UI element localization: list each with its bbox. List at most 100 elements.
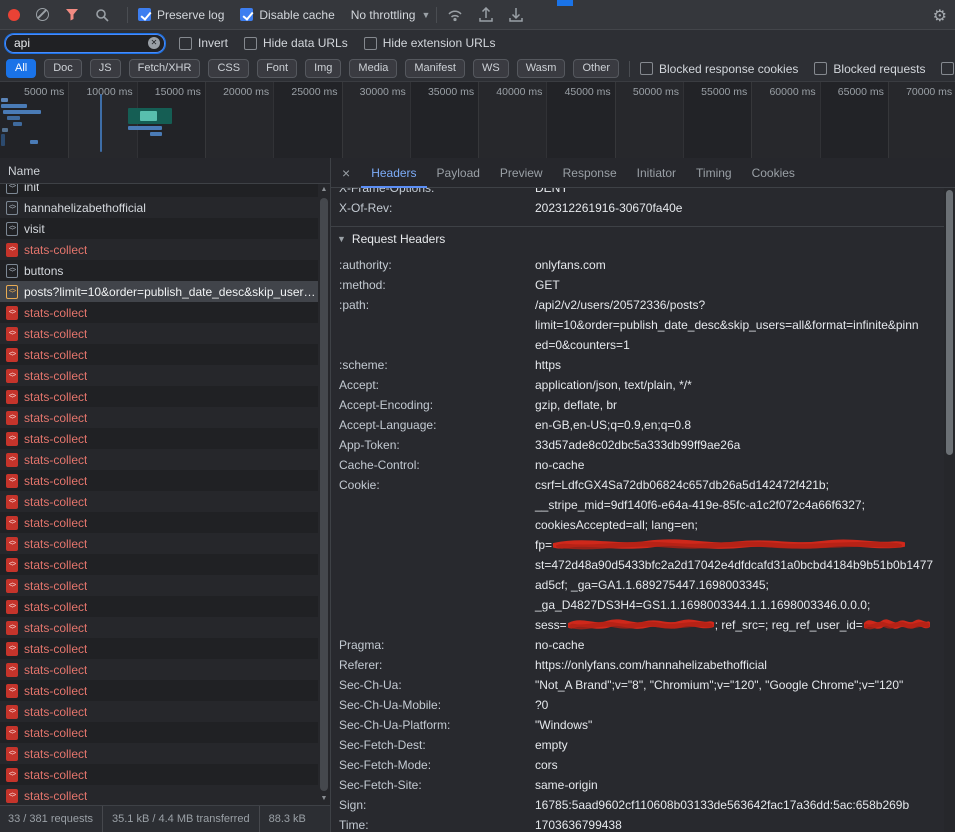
header-row: Sec-Fetch-Site:same-origin <box>331 775 944 795</box>
request-row[interactable]: <>stats-collect <box>0 323 318 344</box>
request-row[interactable]: <>stats-collect <box>0 596 318 617</box>
header-value: gzip, deflate, br <box>535 395 944 415</box>
request-name: stats-collect <box>24 390 87 404</box>
request-row[interactable]: <>stats-collect <box>0 680 318 701</box>
tab-response[interactable]: Response <box>553 158 627 188</box>
filter-input[interactable] <box>5 34 165 53</box>
filter-chip-media[interactable]: Media <box>349 59 397 78</box>
scroll-up-icon[interactable]: ▲ <box>318 184 330 196</box>
request-row[interactable]: <>stats-collect <box>0 428 318 449</box>
tab-initiator[interactable]: Initiator <box>627 158 686 188</box>
record-button[interactable] <box>8 9 20 21</box>
tab-cookies[interactable]: Cookies <box>742 158 805 188</box>
detail-vertical-scrollbar[interactable] <box>944 188 955 832</box>
header-row: Accept-Language:en-GB,en-US;q=0.9,en;q=0… <box>331 415 944 435</box>
hide-data-urls-checkbox[interactable] <box>244 37 257 50</box>
request-row[interactable]: <>stats-collect <box>0 722 318 743</box>
export-har-button[interactable] <box>509 7 523 22</box>
filter-chip-img[interactable]: Img <box>305 59 341 78</box>
request-row[interactable]: <>stats-collect <box>0 512 318 533</box>
response-headers-rows: X-Frame-Options:DENYX-Of-Rev:20231226191… <box>331 188 944 218</box>
request-row[interactable]: <>stats-collect <box>0 785 318 805</box>
header-row: Pragma:no-cache <box>331 635 944 655</box>
request-row[interactable]: <>stats-collect <box>0 617 318 638</box>
request-row[interactable]: <>stats-collect <box>0 554 318 575</box>
filter-chip-font[interactable]: Font <box>257 59 297 78</box>
request-row[interactable]: <>hannahelizabethofficial <box>0 197 318 218</box>
disable-cache-option: Disable cache <box>240 8 334 22</box>
import-har-button[interactable] <box>479 7 493 22</box>
preserve-log-checkbox[interactable] <box>138 8 151 21</box>
request-row[interactable]: <>stats-collect <box>0 239 318 260</box>
request-row[interactable]: <>stats-collect <box>0 302 318 323</box>
request-row[interactable]: <>visit <box>0 218 318 239</box>
request-row[interactable]: <>stats-collect <box>0 533 318 554</box>
request-row[interactable]: <>stats-collect <box>0 659 318 680</box>
clear-button[interactable] <box>36 8 49 21</box>
settings-gear-icon[interactable]: ⚙ <box>933 6 947 26</box>
blocked-request-icon: <> <box>6 537 18 551</box>
header-name: Accept-Language: <box>339 415 535 435</box>
timeline-gridline <box>410 82 411 158</box>
header-value: ?0 <box>535 695 944 715</box>
tab-payload[interactable]: Payload <box>427 158 490 188</box>
request-row[interactable]: <>stats-collect <box>0 470 318 491</box>
invert-checkbox[interactable] <box>179 37 192 50</box>
filter-toggle-button[interactable] <box>65 8 79 21</box>
request-row[interactable]: <>stats-collect <box>0 344 318 365</box>
filter-chip-all[interactable]: All <box>6 59 36 78</box>
tab-preview[interactable]: Preview <box>490 158 553 188</box>
name-column-header[interactable]: Name <box>0 158 330 184</box>
request-row[interactable]: <>stats-collect <box>0 407 318 428</box>
network-overview-timeline[interactable]: 5000 ms10000 ms15000 ms20000 ms25000 ms3… <box>0 82 955 159</box>
scrollbar-thumb[interactable] <box>946 190 953 455</box>
request-row[interactable]: <>posts?limit=10&order=publish_date_desc… <box>0 281 318 302</box>
filter-chip-fetch-xhr[interactable]: Fetch/XHR <box>129 59 201 78</box>
request-row[interactable]: <>init <box>0 184 318 197</box>
filter-chip-manifest[interactable]: Manifest <box>405 59 465 78</box>
close-icon[interactable]: × <box>331 165 361 181</box>
timeline-label: 15000 ms <box>139 86 201 98</box>
request-row[interactable]: <>stats-collect <box>0 575 318 596</box>
network-conditions-button[interactable] <box>447 8 463 22</box>
filter-chip-wasm[interactable]: Wasm <box>517 59 566 78</box>
throttling-select[interactable]: No throttling ▼ <box>351 8 431 22</box>
header-row: Sec-Ch-Ua-Mobile:?0 <box>331 695 944 715</box>
scroll-down-icon[interactable]: ▼ <box>318 793 330 805</box>
redaction-scribble-icon <box>553 538 905 551</box>
request-name: stats-collect <box>24 369 87 383</box>
blocked-requests-checkbox[interactable] <box>814 62 827 75</box>
request-row[interactable]: <>stats-collect <box>0 365 318 386</box>
header-name: Sec-Fetch-Site: <box>339 775 535 795</box>
clear-filter-icon[interactable]: ✕ <box>148 37 160 49</box>
request-headers-rows: :authority:onlyfans.com:method:GET:path:… <box>331 251 944 832</box>
headers-content: X-Frame-Options:DENYX-Of-Rev:20231226191… <box>331 188 944 832</box>
filter-chip-doc[interactable]: Doc <box>44 59 82 78</box>
request-row[interactable]: <>stats-collect <box>0 386 318 407</box>
request-name: stats-collect <box>24 453 87 467</box>
request-row[interactable]: <>stats-collect <box>0 491 318 512</box>
blocked-response-cookies-checkbox[interactable] <box>640 62 653 75</box>
filter-chip-css[interactable]: CSS <box>208 59 249 78</box>
request-headers-section-header[interactable]: ▼ Request Headers <box>331 227 944 251</box>
header-name: :path: <box>339 295 535 355</box>
scrollbar-thumb[interactable] <box>320 198 328 791</box>
request-row[interactable]: <>stats-collect <box>0 743 318 764</box>
tab-headers[interactable]: Headers <box>361 158 426 188</box>
disable-cache-checkbox[interactable] <box>240 8 253 21</box>
request-row[interactable]: <>stats-collect <box>0 764 318 785</box>
request-row[interactable]: <>stats-collect <box>0 701 318 722</box>
request-row[interactable]: <>stats-collect <box>0 638 318 659</box>
header-row: Cache-Control:no-cache <box>331 455 944 475</box>
search-button[interactable] <box>95 8 109 22</box>
filter-chip-ws[interactable]: WS <box>473 59 509 78</box>
requests-vertical-scrollbar[interactable]: ▲ ▼ <box>318 184 330 805</box>
hide-extension-urls-checkbox[interactable] <box>364 37 377 50</box>
filter-chip-other[interactable]: Other <box>573 59 619 78</box>
3rd-party-requests-checkbox[interactable] <box>941 62 954 75</box>
tab-timing[interactable]: Timing <box>686 158 742 188</box>
request-name: stats-collect <box>24 663 87 677</box>
request-row[interactable]: <>buttons <box>0 260 318 281</box>
request-row[interactable]: <>stats-collect <box>0 449 318 470</box>
filter-chip-js[interactable]: JS <box>90 59 121 78</box>
